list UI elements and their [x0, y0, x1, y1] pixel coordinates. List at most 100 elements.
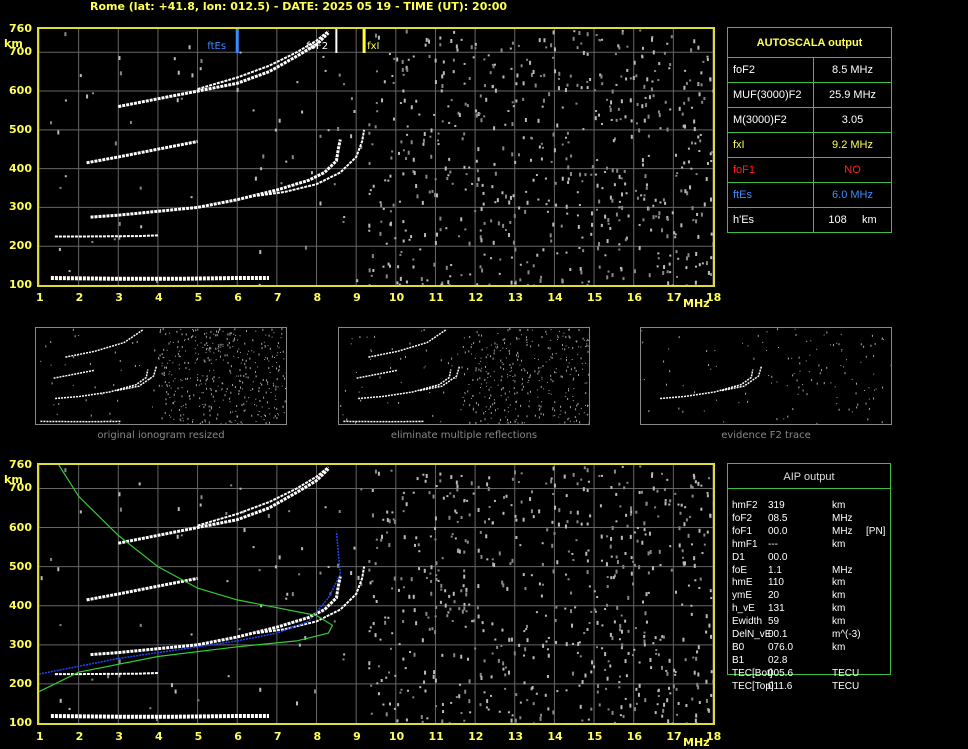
autoscala-row: ftEs6.0 MHz	[728, 183, 892, 208]
aip-row: foE1.1MHz	[732, 565, 892, 577]
caption-evidence: evidence F2 trace	[640, 430, 892, 441]
x-tick-label: 17	[666, 291, 681, 304]
x-tick-label: 15	[587, 730, 602, 743]
autoscala-table: AUTOSCALA output foF28.5 MHzMUF(3000)F22…	[727, 27, 892, 233]
aip-row: hmF1 --- km	[732, 539, 892, 551]
aip-name: ymE	[732, 590, 752, 601]
autoscala-label: ftEs	[728, 183, 814, 208]
aip-unit: km	[832, 577, 845, 588]
aip-row: TEC[Bot]005.6TECU	[732, 668, 892, 680]
aip-value: 00.0	[768, 552, 787, 563]
y-tick-label: 760	[4, 22, 32, 35]
x-tick-label: 8	[314, 291, 322, 304]
autoscala-label: fxI	[728, 133, 814, 158]
aip-value: 131	[768, 603, 785, 614]
y-tick-label: 700	[4, 45, 32, 58]
aip-name: foF1	[732, 526, 752, 537]
aip-value: 59	[768, 616, 779, 627]
aip-name: hmF1	[732, 539, 758, 550]
x-tick-label: 1	[36, 291, 44, 304]
x-tick-label: 2	[76, 730, 84, 743]
y-tick-label: 600	[4, 84, 32, 97]
aip-row: hmF2319km	[732, 500, 892, 512]
aip-value: 02.8	[768, 655, 787, 666]
aip-name: B0	[732, 642, 744, 653]
autoscala-label: M(3000)F2	[728, 108, 814, 133]
y-tick-label: 300	[4, 200, 32, 213]
x-tick-label: 9	[353, 291, 361, 304]
x-tick-label: 12	[468, 730, 483, 743]
bottom-ionogram-canvas	[39, 465, 713, 723]
x-tick-label: 13	[508, 730, 523, 743]
x-tick-label: 9	[353, 730, 361, 743]
x-tick-label: 1	[36, 730, 44, 743]
x-tick-label: 15	[587, 291, 602, 304]
aip-name: B1	[732, 655, 744, 666]
aip-value: 319	[768, 500, 785, 511]
autoscala-row: MUF(3000)F225.9 MHz	[728, 83, 892, 108]
autoscala-label: foF2	[728, 58, 814, 83]
aip-row: foF100.0MHz[PN]	[732, 526, 892, 538]
x-tick-label: 3	[115, 730, 123, 743]
x-tick-label: 13	[508, 291, 523, 304]
autoscala-title: AUTOSCALA output	[728, 28, 892, 58]
aip-unit: TECU	[832, 681, 859, 692]
aip-value: 20	[768, 590, 779, 601]
x-tick-label: 18	[706, 291, 721, 304]
aip-value: 00.0	[768, 526, 787, 537]
aip-row: Ewidth59km	[732, 616, 892, 628]
x-tick-label: 7	[274, 291, 282, 304]
aip-output-title: AIP output	[727, 463, 891, 489]
x-tick-label: 14	[547, 730, 562, 743]
y-tick-label: 100	[4, 716, 32, 729]
x-tick-label: 7	[274, 730, 282, 743]
aip-value: 00.1	[768, 629, 787, 640]
aip-row: foF208.5MHz	[732, 513, 892, 525]
x-tick-label: 16	[627, 730, 642, 743]
ionogram-header: Rome (lat: +41.8, lon: 012.5) - DATE: 20…	[90, 0, 507, 13]
autoscala-row: fxI9.2 MHz	[728, 133, 892, 158]
y-tick-label: 200	[4, 677, 32, 690]
x-tick-label: 14	[547, 291, 562, 304]
aip-unit: MHz	[832, 513, 853, 524]
y-tick-label: 700	[4, 481, 32, 494]
x-tick-label: 6	[234, 291, 242, 304]
x-tick-label: 10	[389, 291, 404, 304]
autoscala-row: M(3000)F23.05	[728, 108, 892, 133]
aip-unit: MHz	[832, 565, 853, 576]
x-tick-label: 8	[314, 730, 322, 743]
aip-unit: m^(-3)	[832, 629, 861, 640]
aip-unit: km	[832, 539, 845, 550]
x-tick-label: 4	[155, 291, 163, 304]
autoscala-row: h'Es108 km	[728, 208, 892, 233]
foF2-marker-label: foF2	[306, 41, 328, 52]
aip-value: 08.5	[768, 513, 787, 524]
aip-value: ---	[768, 539, 778, 550]
x-tick-label: 11	[428, 730, 443, 743]
autoscala-row: foF28.5 MHz	[728, 58, 892, 83]
aip-unit: TECU	[832, 668, 859, 679]
thumb-original	[35, 327, 287, 425]
x-tick-label: 16	[627, 291, 642, 304]
x-tick-label: 5	[195, 730, 203, 743]
autoscala-label: MUF(3000)F2	[728, 83, 814, 108]
top-ionogram-canvas: ftEsfoF2fxI	[39, 29, 713, 285]
autoscala-label: foF1	[728, 158, 814, 183]
autoscala-label: h'Es	[728, 208, 814, 233]
autoscala-value: 25.9 MHz	[814, 83, 892, 108]
x-tick-label: 18	[706, 730, 721, 743]
aip-extra: [PN]	[866, 526, 885, 537]
y-tick-label: 200	[4, 239, 32, 252]
aip-value: 011.6	[768, 681, 792, 692]
x-tick-label: 11	[428, 291, 443, 304]
aip-name: D1	[732, 552, 745, 563]
electron-density-profile	[39, 465, 332, 692]
fxI-marker-label: fxI	[367, 41, 379, 52]
aip-unit: km	[832, 642, 845, 653]
aip-value: 1.1	[768, 565, 782, 576]
aip-value: 076.0	[768, 642, 793, 653]
aip-name: DelN_vE	[732, 629, 771, 640]
x-tick-label: 3	[115, 291, 123, 304]
y-tick-label: 100	[4, 278, 32, 291]
aip-name: Ewidth	[732, 616, 762, 627]
